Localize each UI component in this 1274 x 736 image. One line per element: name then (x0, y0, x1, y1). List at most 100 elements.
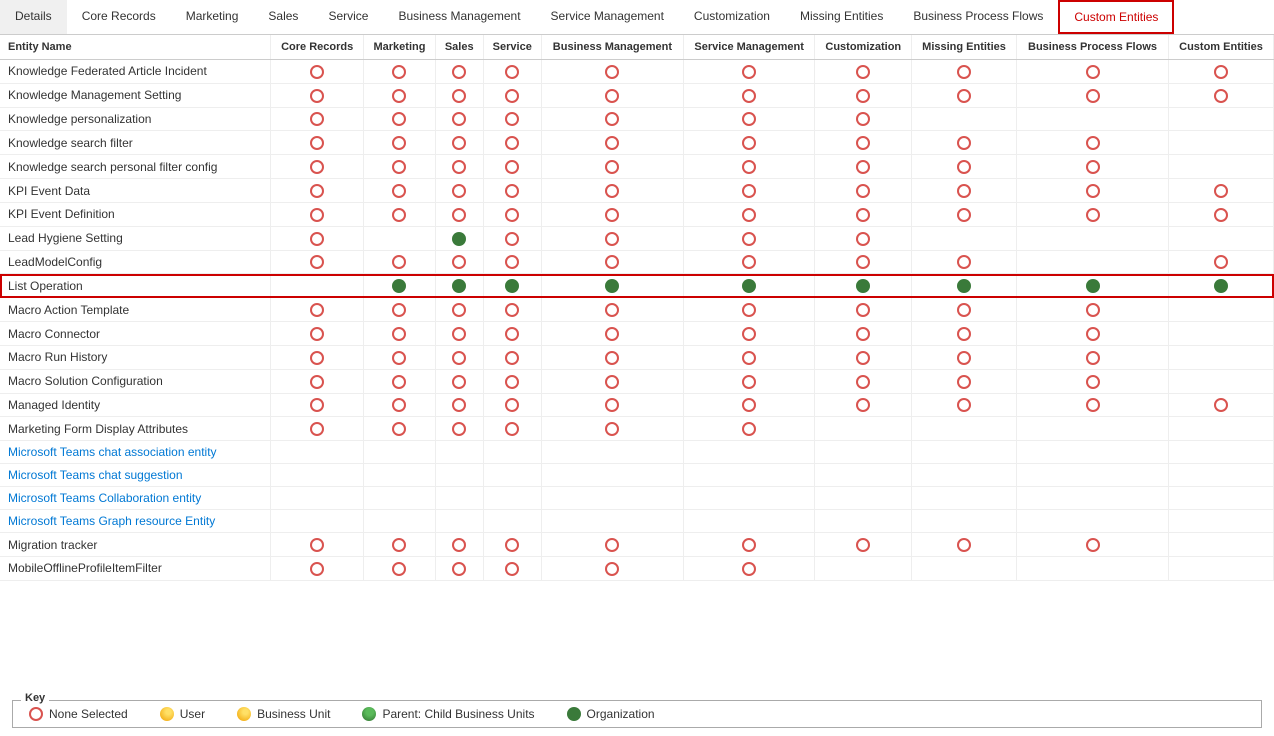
data-cell (271, 226, 364, 250)
table-row: Macro Connector (0, 322, 1274, 346)
col-header-2: Marketing (364, 35, 436, 60)
circle-org (452, 232, 466, 246)
data-cell (683, 510, 815, 533)
entity-name-cell: Knowledge search personal filter config (0, 155, 271, 179)
data-cell (1169, 533, 1274, 557)
data-cell (912, 131, 1017, 155)
data-cell (271, 202, 364, 226)
data-cell (541, 202, 683, 226)
circle-none (957, 351, 971, 365)
circle-none (856, 208, 870, 222)
col-header-9: Business Process Flows (1016, 35, 1168, 60)
data-cell (483, 202, 541, 226)
circle-none (505, 65, 519, 79)
data-cell (815, 60, 912, 84)
data-cell (435, 226, 483, 250)
table-row: LeadModelConfig (0, 250, 1274, 274)
circle-none (505, 89, 519, 103)
key-item-org: Organization (567, 707, 655, 721)
data-cell (541, 83, 683, 107)
circle-org (605, 279, 619, 293)
col-header-3: Sales (435, 35, 483, 60)
data-cell (483, 487, 541, 510)
circle-none (605, 232, 619, 246)
data-cell (435, 107, 483, 131)
tab-business-process-flows[interactable]: Business Process Flows (898, 0, 1058, 34)
entity-name-cell: Knowledge personalization (0, 107, 271, 131)
key-label-business-unit: Business Unit (257, 707, 330, 721)
data-cell (1016, 510, 1168, 533)
entity-name-link[interactable]: Microsoft Teams chat association entity (8, 445, 217, 459)
circle-none (605, 538, 619, 552)
tab-service[interactable]: Service (313, 0, 383, 34)
circle-none (605, 375, 619, 389)
data-cell (364, 131, 436, 155)
tab-business-management[interactable]: Business Management (383, 0, 535, 34)
data-cell (815, 250, 912, 274)
data-cell (483, 60, 541, 84)
data-cell (435, 202, 483, 226)
tab-sales[interactable]: Sales (253, 0, 313, 34)
data-cell (1016, 369, 1168, 393)
circle-none (605, 160, 619, 174)
tab-marketing[interactable]: Marketing (171, 0, 254, 34)
data-cell (483, 226, 541, 250)
circle-none (310, 208, 324, 222)
circle-none (505, 136, 519, 150)
circle-none (856, 538, 870, 552)
data-cell (1016, 464, 1168, 487)
circle-none (957, 327, 971, 341)
tab-details[interactable]: Details (0, 0, 67, 34)
circle-none (392, 303, 406, 317)
data-cell (912, 441, 1017, 464)
data-cell (364, 60, 436, 84)
data-cell (815, 179, 912, 203)
data-cell (912, 417, 1017, 441)
entity-table: Entity NameCore RecordsMarketingSalesSer… (0, 35, 1274, 581)
data-cell (483, 557, 541, 581)
circle-org (505, 279, 519, 293)
entity-name-cell: Managed Identity (0, 393, 271, 417)
circle-none (505, 398, 519, 412)
circle-none (856, 255, 870, 269)
circle-none (392, 538, 406, 552)
circle-none (742, 136, 756, 150)
tab-customization[interactable]: Customization (679, 0, 785, 34)
table-wrapper[interactable]: Entity NameCore RecordsMarketingSalesSer… (0, 35, 1274, 692)
circle-none (856, 65, 870, 79)
tab-custom-entities[interactable]: Custom Entities (1058, 0, 1174, 34)
data-cell (483, 393, 541, 417)
data-cell (683, 322, 815, 346)
circle-none (452, 327, 466, 341)
entity-name-link[interactable]: Microsoft Teams Graph resource Entity (8, 514, 215, 528)
entity-name-link[interactable]: Microsoft Teams Collaboration entity (8, 491, 201, 505)
data-cell (1016, 83, 1168, 107)
circle-none (605, 303, 619, 317)
data-cell (483, 417, 541, 441)
entity-name-cell: Macro Run History (0, 345, 271, 369)
data-cell (435, 322, 483, 346)
data-cell (271, 322, 364, 346)
data-cell (271, 464, 364, 487)
tab-core-records[interactable]: Core Records (67, 0, 171, 34)
data-cell (683, 441, 815, 464)
tab-missing-entities[interactable]: Missing Entities (785, 0, 898, 34)
data-cell (912, 60, 1017, 84)
data-cell (364, 274, 436, 298)
data-cell (271, 131, 364, 155)
circle-none (957, 208, 971, 222)
circle-none (1086, 160, 1100, 174)
data-cell (1016, 179, 1168, 203)
data-cell (541, 441, 683, 464)
tab-service-management[interactable]: Service Management (536, 0, 679, 34)
data-cell (912, 510, 1017, 533)
data-cell (683, 60, 815, 84)
table-row: KPI Event Definition (0, 202, 1274, 226)
circle-none (742, 398, 756, 412)
key-label-org: Organization (587, 707, 655, 721)
entity-name-link[interactable]: Microsoft Teams chat suggestion (8, 468, 183, 482)
circle-none (505, 255, 519, 269)
data-cell (435, 417, 483, 441)
table-row: Macro Action Template (0, 298, 1274, 322)
circle-none (505, 208, 519, 222)
